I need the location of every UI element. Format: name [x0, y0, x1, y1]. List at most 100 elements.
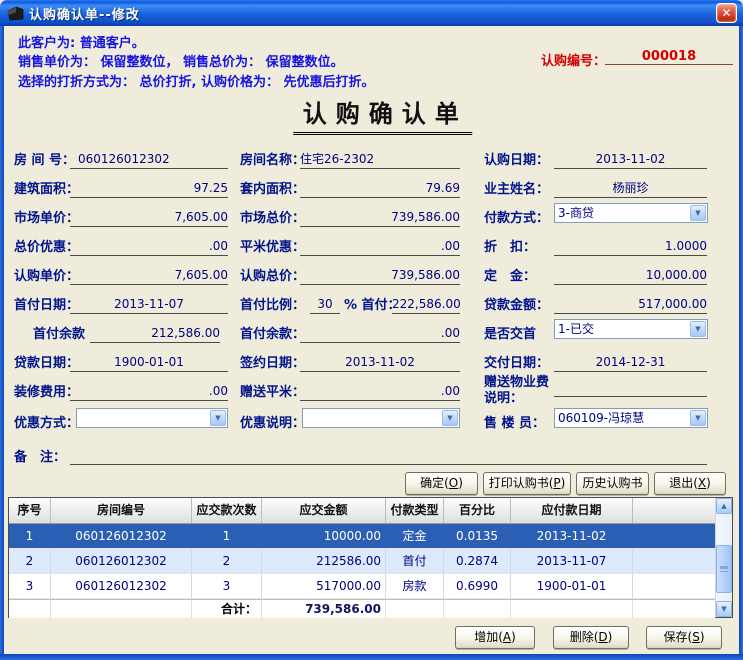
cell-room-no[interactable]: 060126012302	[51, 574, 192, 598]
cell-installment[interactable]: 2	[192, 549, 262, 573]
col-header-amount-due[interactable]: 应交金额	[262, 498, 386, 523]
cell-room-no[interactable]: 060126012302	[51, 524, 192, 548]
table-body: 1 060126012302 1 10000.00 定金 0.0135 2013…	[9, 524, 715, 599]
down-payment-balance-mid-field[interactable]: .00	[300, 325, 460, 343]
per-sqm-discount-field[interactable]: .00	[300, 238, 460, 256]
cell-payment-type[interactable]: 首付	[386, 549, 444, 573]
scroll-down-icon[interactable]: ▼	[716, 601, 732, 617]
discount-field[interactable]: 1.0000	[554, 238, 707, 256]
delivery-date-field[interactable]: 2014-12-31	[554, 354, 707, 372]
cell-payment-type[interactable]: 房款	[386, 574, 444, 598]
down-payment-date-field[interactable]: 2013-11-07	[70, 296, 228, 314]
chevron-down-icon[interactable]: ▼	[690, 410, 706, 426]
cell-seq[interactable]: 2	[9, 549, 51, 573]
deposit-field[interactable]: 10,000.00	[554, 267, 707, 285]
salesperson-value: 060109-冯琼慧	[555, 409, 689, 427]
close-button[interactable]: ✕	[716, 3, 737, 23]
payment-method-select[interactable]: 3-商贷 ▼	[554, 203, 708, 223]
cell-room-no[interactable]: 060126012302	[51, 549, 192, 573]
cell-due-date[interactable]: 2013-11-02	[511, 524, 633, 548]
window-border-left	[0, 26, 4, 660]
scroll-up-icon[interactable]: ▲	[716, 498, 732, 514]
down-payment-amount-field[interactable]: 222,586.00	[392, 296, 460, 314]
confirm-button[interactable]: 确定(O)	[405, 472, 478, 495]
first-paid-select[interactable]: 1-已交 ▼	[554, 319, 708, 339]
build-area-field[interactable]: 97.25	[70, 180, 228, 198]
renovation-fee-field[interactable]: .00	[70, 383, 228, 401]
table-header-row: 序号 房间编号 应交款次数 应交金额 付款类型 百分比 应付款日期	[9, 498, 715, 524]
col-header-room-no[interactable]: 房间编号	[51, 498, 192, 523]
cell-payment-type[interactable]: 定金	[386, 524, 444, 548]
cell-due-date[interactable]: 2013-11-07	[511, 549, 633, 573]
loan-amount-field[interactable]: 517,000.00	[554, 296, 707, 314]
table-row[interactable]: 1 060126012302 1 10000.00 定金 0.0135 2013…	[9, 524, 715, 549]
total-label: 合计：	[192, 600, 262, 618]
chevron-down-icon[interactable]: ▼	[690, 205, 706, 221]
col-header-due-date[interactable]: 应付款日期	[511, 498, 633, 523]
owner-name-field[interactable]: 杨丽珍	[554, 180, 707, 198]
history-confirmation-button[interactable]: 历史认购书	[576, 472, 649, 495]
scrollbar-grip-icon	[720, 566, 728, 572]
cell-amount-due[interactable]: 10000.00	[262, 524, 386, 548]
down-payment-ratio-field[interactable]: 30	[310, 296, 340, 314]
market-total-field[interactable]: 739,586.00	[300, 209, 460, 227]
col-header-payment-type[interactable]: 付款类型	[386, 498, 444, 523]
window-title: 认购确认单--修改	[29, 4, 140, 23]
chevron-down-icon[interactable]: ▼	[210, 410, 226, 426]
cell-seq[interactable]: 3	[9, 574, 51, 598]
discount-method-select[interactable]: ▼	[76, 408, 228, 428]
room-no-label: 房 间 号：	[14, 149, 75, 168]
cell-amount-due[interactable]: 212586.00	[262, 549, 386, 573]
cell-percentage[interactable]: 0.6990	[444, 574, 511, 598]
save-button[interactable]: 保存(S)	[646, 626, 722, 649]
chevron-down-icon[interactable]: ▼	[442, 410, 458, 426]
total-discount-field[interactable]: .00	[70, 238, 228, 256]
col-header-installment[interactable]: 应交款次数	[192, 498, 262, 523]
cell-filler	[633, 549, 715, 573]
table-row[interactable]: 2 060126012302 2 212586.00 首付 0.2874 201…	[9, 549, 715, 574]
scrollbar-thumb[interactable]	[716, 545, 732, 593]
col-header-percentage[interactable]: 百分比	[444, 498, 511, 523]
gift-sqm-field[interactable]: .00	[300, 383, 460, 401]
add-button[interactable]: 增加(A)	[455, 626, 535, 649]
table-total-row: 合计： 739,586.00	[9, 599, 715, 618]
market-unit-price-field[interactable]: 7,605.00	[70, 209, 228, 227]
remark-field[interactable]	[70, 447, 707, 465]
col-header-filler	[633, 498, 715, 523]
chevron-down-icon[interactable]: ▼	[690, 321, 706, 337]
col-header-seq[interactable]: 序号	[9, 498, 51, 523]
purchase-total-field[interactable]: 739,586.00	[300, 267, 460, 285]
cell-installment[interactable]: 3	[192, 574, 262, 598]
room-no-field[interactable]: 060126012302	[70, 151, 228, 169]
inner-area-field[interactable]: 79.69	[300, 180, 460, 198]
table-row[interactable]: 3 060126012302 3 517000.00 房款 0.6990 190…	[9, 574, 715, 599]
purchase-unit-price-field[interactable]: 7,605.00	[70, 267, 228, 285]
sum-cell-empty	[511, 600, 633, 618]
cell-filler	[633, 524, 715, 548]
down-payment-balance-left-field[interactable]: 212,586.00	[90, 325, 220, 343]
first-paid-label: 是否交首	[484, 323, 536, 342]
table-scrollbar[interactable]: ▲ ▼	[715, 498, 732, 617]
room-name-field[interactable]: 住宅26-2302	[300, 151, 460, 169]
exit-button[interactable]: 退出(X)	[654, 472, 726, 495]
print-confirmation-button[interactable]: 打印认购书(P)	[483, 472, 571, 495]
purchase-total-label: 认购总价：	[240, 265, 305, 284]
discount-note-select[interactable]: ▼	[302, 408, 460, 428]
cell-seq[interactable]: 1	[9, 524, 51, 548]
delete-button[interactable]: 删除(D)	[553, 626, 629, 649]
cell-installment[interactable]: 1	[192, 524, 262, 548]
sign-date-field[interactable]: 2013-11-02	[300, 354, 460, 372]
cell-due-date[interactable]: 1900-01-01	[511, 574, 633, 598]
titlebar[interactable]: 认购确认单--修改 ✕	[0, 0, 743, 26]
inner-area-label: 套内面积：	[240, 178, 305, 197]
cell-percentage[interactable]: 0.2874	[444, 549, 511, 573]
loan-date-field[interactable]: 1900-01-01	[70, 354, 228, 372]
purchase-date-label: 认购日期：	[484, 149, 549, 168]
customer-type-text: 此客户为: 普通客户。	[18, 32, 145, 51]
cell-amount-due[interactable]: 517000.00	[262, 574, 386, 598]
purchase-date-field[interactable]: 2013-11-02	[554, 151, 707, 169]
cell-percentage[interactable]: 0.0135	[444, 524, 511, 548]
gift-sqm-label: 赠送平米：	[240, 381, 305, 400]
salesperson-select[interactable]: 060109-冯琼慧 ▼	[554, 408, 708, 428]
gift-property-fee-field[interactable]	[554, 379, 707, 397]
